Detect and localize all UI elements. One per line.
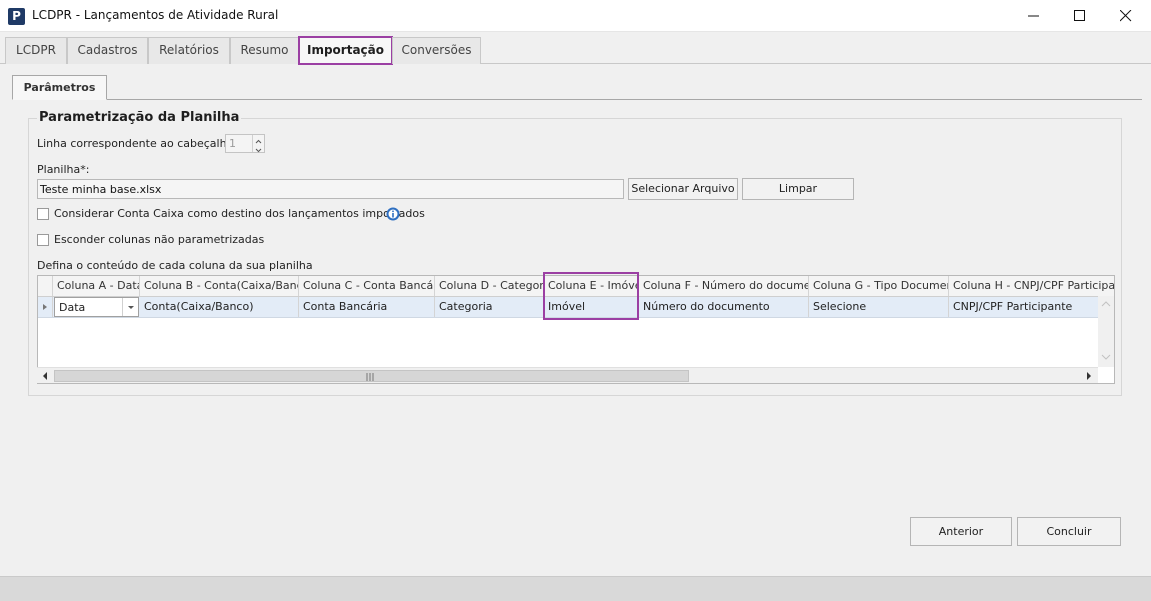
scroll-down-icon (1101, 354, 1111, 360)
hide-columns-checkbox[interactable] (37, 234, 49, 246)
tab-relatorios[interactable]: Relatórios (148, 37, 230, 64)
header-line-spinner[interactable]: 1 (225, 134, 265, 153)
header-col-a[interactable]: Coluna A - Data (53, 276, 140, 296)
sub-tab-divider (12, 99, 1142, 100)
row-pointer-icon (43, 304, 47, 310)
grid-vertical-scrollbar[interactable] (1098, 296, 1114, 367)
cash-account-checkbox[interactable] (37, 208, 49, 220)
cell-col-c[interactable]: Conta Bancária (299, 297, 435, 317)
hide-columns-label: Esconder colunas não parametrizadas (54, 233, 265, 246)
header-corner (38, 276, 53, 296)
select-file-button[interactable]: Selecionar Arquivo (628, 178, 738, 200)
minimize-button[interactable] (1011, 0, 1057, 31)
maximize-icon (1074, 10, 1085, 21)
spin-down-button[interactable] (253, 143, 264, 153)
cell-col-b[interactable]: Conta(Caixa/Banco) (140, 297, 299, 317)
main-tab-bar: LCDPR Cadastros Relatórios Resumo Import… (0, 33, 1151, 65)
cell-col-g[interactable]: Selecione (809, 297, 949, 317)
tab-parametros[interactable]: Parâmetros (12, 75, 107, 100)
header-col-d[interactable]: Coluna D - Categoria (435, 276, 544, 296)
cell-col-d[interactable]: Categoria (435, 297, 544, 317)
group-title: Parametrização da Planilha (37, 110, 242, 125)
scroll-right-icon (1087, 372, 1091, 380)
app-icon: P (8, 8, 25, 25)
status-bar (0, 576, 1151, 601)
header-col-b[interactable]: Coluna B - Conta(Caixa/Banco) (140, 276, 299, 296)
cell-col-a-value: Data (59, 301, 86, 314)
cell-col-a-dropdown[interactable]: Data (54, 297, 139, 317)
sheet-file-input[interactable]: Teste minha base.xlsx (37, 179, 624, 199)
header-col-f[interactable]: Coluna F - Número do documento (639, 276, 809, 296)
scroll-left-icon (43, 372, 47, 380)
maximize-button[interactable] (1057, 0, 1103, 31)
title-bar: P LCDPR - Lançamentos de Atividade Rural (0, 0, 1151, 32)
close-button[interactable] (1103, 0, 1149, 31)
header-col-c[interactable]: Coluna C - Conta Bancária (299, 276, 435, 296)
tab-cadastros[interactable]: Cadastros (67, 37, 148, 64)
spin-up-button[interactable] (253, 135, 264, 144)
row-indicator (38, 297, 53, 317)
sheet-label: Planilha*: (37, 163, 90, 176)
back-button[interactable]: Anterior (910, 517, 1012, 546)
clear-button[interactable]: Limpar (742, 178, 854, 200)
grip-icon (366, 373, 374, 381)
header-line-label: Linha correspondente ao cabeçalho* (37, 137, 239, 150)
window-title: LCDPR - Lançamentos de Atividade Rural (32, 8, 279, 22)
cell-col-h[interactable]: CNPJ/CPF Participante (949, 297, 1099, 317)
close-icon (1120, 10, 1132, 22)
info-icon[interactable] (386, 207, 400, 221)
grid-horizontal-scrollbar[interactable] (37, 367, 1098, 383)
table-row[interactable]: Data Conta(Caixa/Banco) Conta Bancária C… (38, 297, 1099, 318)
tab-resumo[interactable]: Resumo (230, 37, 299, 64)
dropdown-arrow-button[interactable] (122, 298, 138, 316)
tab-lcdpr[interactable]: LCDPR (5, 37, 67, 64)
header-col-e[interactable]: Coluna E - Imóvel (544, 276, 639, 296)
tab-conversoes[interactable]: Conversões (392, 37, 481, 64)
tab-importacao[interactable]: Importação (298, 36, 393, 65)
finish-button[interactable]: Concluir (1017, 517, 1121, 546)
scroll-up-icon (1101, 301, 1111, 307)
chevron-down-icon (255, 148, 262, 153)
chevron-down-icon (128, 306, 134, 309)
cash-account-label: Considerar Conta Caixa como destino dos … (54, 207, 425, 220)
header-col-g[interactable]: Coluna G - Tipo Documento (809, 276, 949, 296)
header-line-value: 1 (229, 137, 236, 150)
grid-header-row: Coluna A - Data Coluna B - Conta(Caixa/B… (38, 276, 1114, 297)
header-col-h[interactable]: Coluna H - CNPJ/CPF Participante (949, 276, 1114, 296)
cell-col-f[interactable]: Número do documento (639, 297, 809, 317)
cell-col-e[interactable]: Imóvel (544, 297, 639, 317)
minimize-icon (1028, 15, 1039, 17)
grid-caption: Defina o conteúdo de cada coluna da sua … (37, 259, 313, 272)
scrollbar-thumb[interactable] (54, 370, 689, 382)
